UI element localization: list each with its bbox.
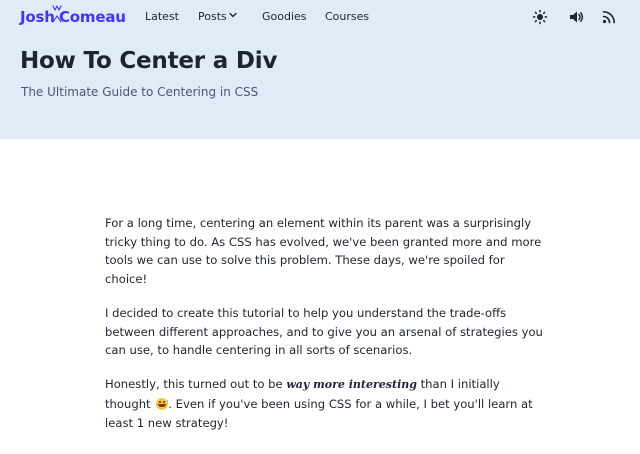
article-paragraph-2: I decided to create this tutorial to hel…	[105, 305, 543, 358]
nav-goodies[interactable]: Goodies	[262, 10, 307, 23]
nav-latest[interactable]: Latest	[145, 10, 179, 23]
paragraph-3-end: . Even if you've been using CSS for a wh…	[105, 396, 533, 430]
article-paragraph-1: For a long time, centering an element wi…	[105, 216, 542, 286]
logo-last-name: Comeau	[59, 8, 126, 26]
rss-icon[interactable]	[601, 9, 617, 25]
article-body: For a long time, centering an element wi…	[105, 214, 545, 448]
emphasis-text: way more interesting	[286, 378, 417, 392]
chevron-down-icon[interactable]	[229, 11, 237, 19]
sun-icon[interactable]	[532, 9, 548, 25]
speaker-icon[interactable]	[568, 9, 584, 25]
nav-posts[interactable]: Posts	[198, 10, 227, 23]
grinning-sweat-emoji-icon	[156, 397, 169, 410]
paragraph-3-intro: Honestly, this turned out to be	[105, 377, 287, 392]
article-paragraph-3: Honestly, this turned out to be way more…	[105, 375, 545, 432]
site-header: Josh Comeau Latest Posts Goodies Courses	[0, 0, 640, 34]
logo-first-name: Josh	[20, 8, 55, 26]
page-title: How To Center a Div	[20, 48, 278, 74]
page-subtitle: The Ultimate Guide to Centering in CSS	[21, 85, 259, 99]
nav-courses[interactable]: Courses	[325, 10, 369, 23]
